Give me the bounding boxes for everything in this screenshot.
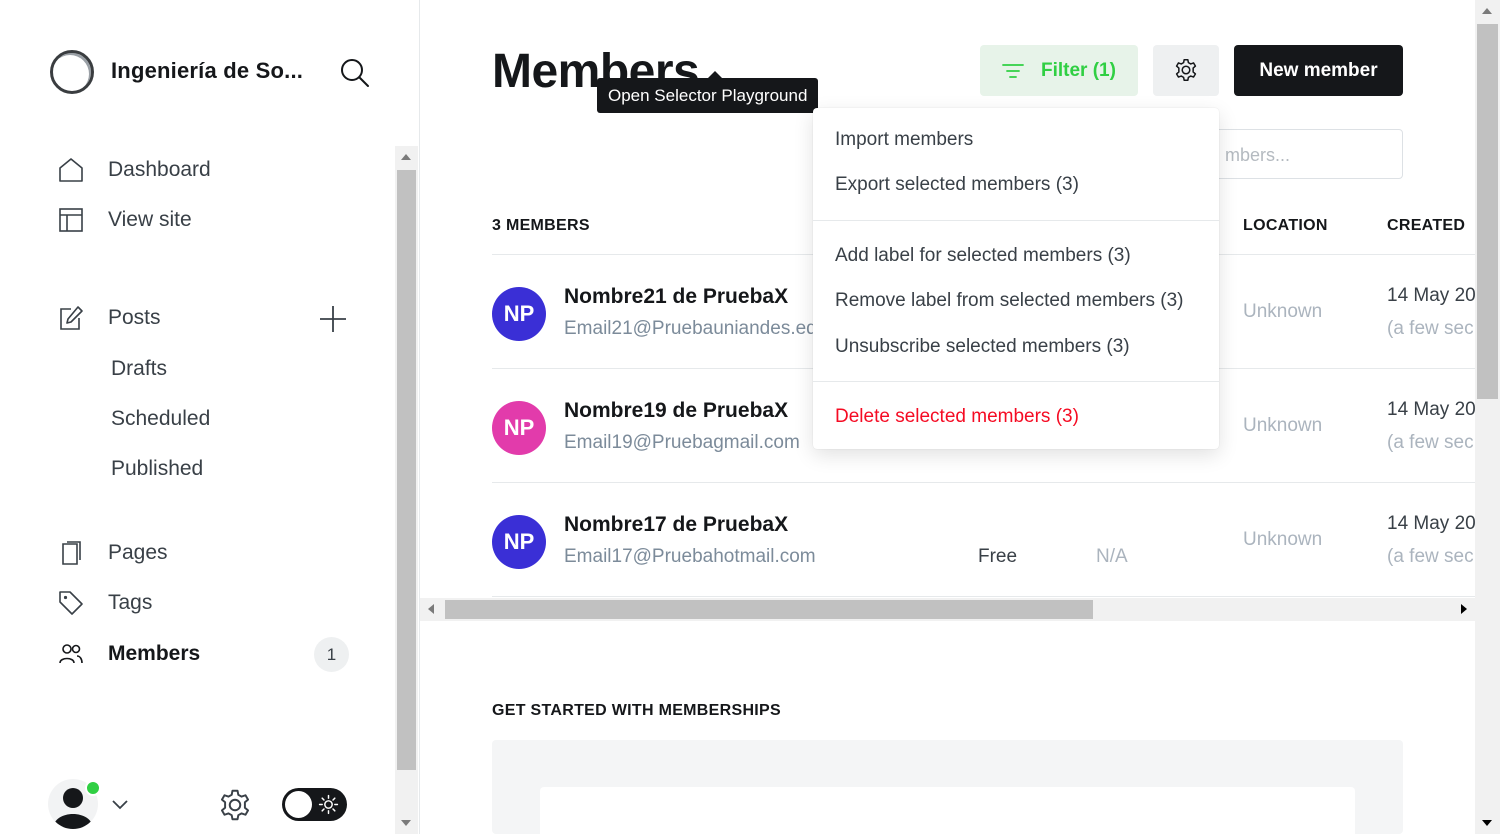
get-started-heading: GET STARTED WITH MEMBERSHIPS (492, 702, 781, 719)
table-row[interactable]: NP Nombre17 de PruebaX Email17@Pruebahot… (492, 483, 1475, 597)
menu-divider (813, 220, 1219, 221)
theme-toggle[interactable] (282, 788, 347, 821)
member-name: Nombre21 de PruebaX (564, 285, 789, 308)
add-post-icon[interactable] (318, 304, 348, 334)
scroll-down-arrow-icon[interactable] (1482, 820, 1492, 826)
settings-gear-icon[interactable] (217, 787, 253, 823)
nav-view-site-label: View site (108, 208, 192, 231)
search-icon[interactable] (338, 56, 372, 90)
page-vertical-scrollbar[interactable] (1475, 0, 1500, 834)
scroll-up-arrow-icon[interactable] (1482, 8, 1492, 14)
nav-scheduled[interactable]: Scheduled (111, 407, 210, 431)
table-divider (492, 596, 1475, 597)
member-avatar: NP (492, 287, 546, 341)
new-member-button[interactable]: New member (1234, 45, 1403, 96)
scroll-down-arrow-icon[interactable] (401, 820, 411, 826)
nav-published[interactable]: Published (111, 457, 203, 481)
page-icon (58, 540, 84, 566)
member-location: Unknown (1243, 301, 1323, 322)
member-name: Nombre17 de PruebaX (564, 513, 789, 536)
member-created-date: 14 May 20 (1387, 399, 1475, 420)
member-location: Unknown (1243, 529, 1323, 550)
site-logo[interactable] (50, 50, 94, 94)
member-name: Nombre19 de PruebaX (564, 399, 789, 422)
member-actions-menu: Import members Export selected members (… (813, 108, 1219, 449)
nav-posts-label: Posts (108, 306, 161, 329)
nav-pages-label: Pages (108, 541, 168, 564)
members-count-badge: 1 (314, 637, 349, 672)
member-created-relative: (a few sec (1387, 318, 1474, 339)
chevron-down-icon[interactable] (110, 796, 130, 812)
sidebar-scrollbar[interactable] (395, 146, 418, 834)
table-horizontal-scrollbar[interactable] (420, 598, 1475, 621)
nav-members[interactable]: Members (58, 636, 200, 672)
menu-delete-selected[interactable]: Delete selected members (3) (835, 406, 1079, 428)
created-column-header[interactable]: CREATED (1387, 217, 1465, 235)
nav-pages[interactable]: Pages (58, 535, 168, 571)
toggle-knob (285, 791, 312, 818)
member-actions-button[interactable] (1153, 45, 1219, 96)
gear-icon (1175, 58, 1197, 82)
nav-drafts[interactable]: Drafts (111, 357, 167, 381)
nav-view-site[interactable]: View site (58, 202, 192, 238)
member-created-date: 14 May 20 (1387, 285, 1475, 306)
site-title[interactable]: Ingeniería de So... (111, 58, 316, 84)
filter-button-label: Filter (1) (1041, 60, 1116, 81)
menu-divider (813, 381, 1219, 382)
scroll-right-arrow-icon[interactable] (1461, 604, 1467, 614)
get-started-card (540, 787, 1355, 834)
member-email: Email19@Pruebagmail.com (564, 432, 800, 453)
layout-icon (58, 207, 84, 233)
member-created-date: 14 May 20 (1387, 513, 1475, 534)
member-email: Email21@Pruebauniandes.edu (564, 318, 828, 339)
sidebar-scroll-thumb[interactable] (397, 170, 416, 770)
nav-dashboard-label: Dashboard (108, 158, 211, 181)
sidebar: Ingeniería de So... Dashboard View site … (0, 0, 420, 834)
nav-tags[interactable]: Tags (58, 585, 152, 621)
online-status-dot (85, 780, 101, 796)
nav-members-label: Members (108, 642, 201, 665)
member-status: Free (978, 546, 1018, 567)
tag-icon (58, 590, 84, 616)
sun-icon (318, 794, 339, 815)
member-open-rate: N/A (1096, 546, 1128, 567)
app-root: Ingeniería de So... Dashboard View site … (0, 0, 1500, 834)
member-created-relative: (a few sec (1387, 432, 1474, 453)
member-created-relative: (a few sec (1387, 546, 1474, 567)
nav-tags-label: Tags (108, 591, 153, 614)
menu-export-selected[interactable]: Export selected members (3) (835, 174, 1079, 196)
scroll-up-arrow-icon[interactable] (401, 154, 411, 160)
menu-add-label[interactable]: Add label for selected members (3) (835, 245, 1131, 267)
member-avatar: NP (492, 515, 546, 569)
nav-dashboard[interactable]: Dashboard (58, 152, 211, 188)
selector-playground-tooltip: Open Selector Playground (597, 71, 819, 113)
edit-icon (58, 305, 84, 331)
members-icon (58, 641, 84, 667)
filter-icon (1002, 64, 1024, 78)
nav-posts[interactable]: Posts (58, 300, 161, 336)
menu-unsubscribe[interactable]: Unsubscribe selected members (3) (835, 336, 1130, 358)
scroll-left-arrow-icon[interactable] (428, 604, 434, 614)
member-email: Email17@Pruebahotmail.com (564, 546, 816, 567)
members-count-header: 3 MEMBERS (492, 217, 590, 234)
home-icon (58, 157, 84, 183)
vertical-scroll-thumb[interactable] (1477, 24, 1498, 399)
menu-import-members[interactable]: Import members (835, 129, 973, 151)
filter-button[interactable]: Filter (1) (980, 45, 1138, 96)
horizontal-scroll-thumb[interactable] (445, 600, 1093, 619)
member-avatar: NP (492, 401, 546, 455)
location-column-header[interactable]: LOCATION (1243, 217, 1328, 235)
member-location: Unknown (1243, 415, 1323, 436)
menu-remove-label[interactable]: Remove label from selected members (3) (835, 290, 1183, 312)
